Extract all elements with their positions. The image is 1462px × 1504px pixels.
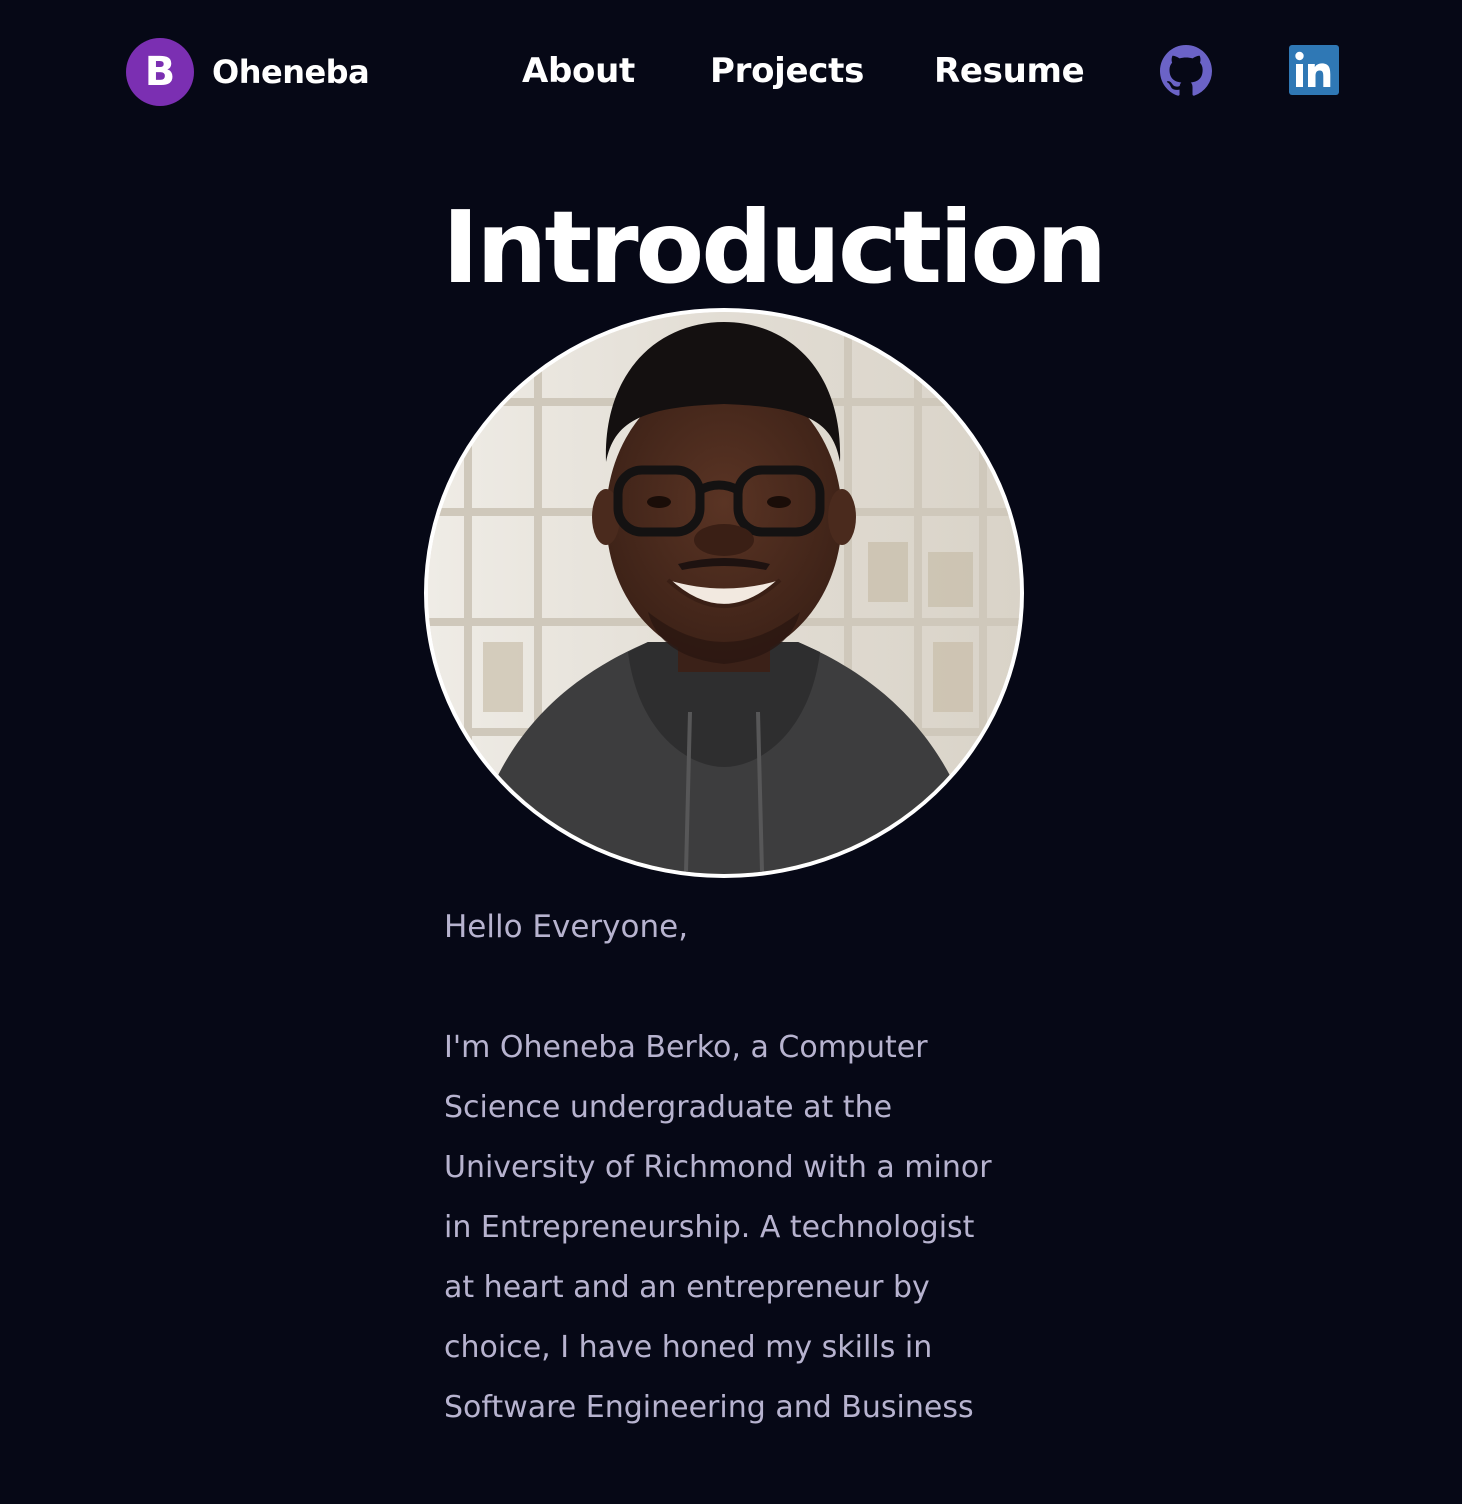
nav-link-resume[interactable]: Resume (934, 46, 1085, 96)
brand-name: Oheneba (212, 53, 370, 91)
github-link[interactable] (1160, 45, 1212, 97)
profile-photo (424, 308, 1024, 878)
brand-home-link[interactable]: B Oheneba (126, 38, 370, 106)
nav-link-projects[interactable]: Projects (710, 46, 864, 96)
page-title: Introduction (442, 189, 1107, 306)
portrait-image (428, 312, 1020, 874)
brand-logo: B (126, 38, 194, 106)
navbar: B Oheneba About Projects Resume (0, 0, 1462, 140)
github-icon (1160, 45, 1212, 96)
greeting-text: Hello Everyone, (444, 909, 689, 945)
linkedin-link[interactable] (1289, 45, 1339, 95)
nav-link-about[interactable]: About (522, 46, 635, 96)
linkedin-icon (1289, 45, 1339, 95)
bio-paragraph: I'm Oheneba Berko, a Computer Science un… (444, 1030, 992, 1425)
